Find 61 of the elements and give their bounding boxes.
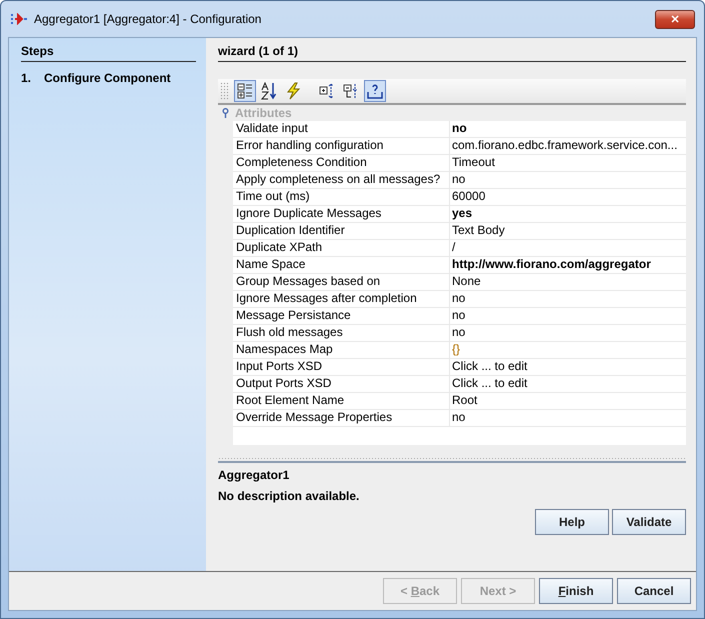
property-name: Duplicate XPath bbox=[233, 240, 450, 256]
property-name: Root Element Name bbox=[233, 393, 450, 409]
property-value[interactable]: Text Body bbox=[450, 223, 686, 239]
property-value[interactable]: Timeout bbox=[450, 155, 686, 171]
property-value[interactable]: no bbox=[450, 291, 686, 307]
property-value[interactable]: Root bbox=[450, 393, 686, 409]
collapse-icon bbox=[343, 83, 359, 99]
property-value[interactable]: / bbox=[450, 240, 686, 256]
splitter-handle[interactable] bbox=[218, 457, 686, 463]
property-value[interactable]: no bbox=[450, 121, 686, 137]
property-value[interactable]: no bbox=[450, 172, 686, 188]
app-icon bbox=[10, 13, 28, 25]
property-value[interactable]: no bbox=[450, 308, 686, 324]
window-title: Aggregator1 [Aggregator:4] - Configuration bbox=[34, 12, 262, 26]
property-value[interactable]: None bbox=[450, 274, 686, 290]
step-number: 1. bbox=[21, 71, 32, 85]
property-value[interactable]: Click ... to edit bbox=[450, 376, 686, 392]
pin-icon bbox=[222, 108, 229, 118]
property-name: Output Ports XSD bbox=[233, 376, 450, 392]
property-name: Completeness Condition bbox=[233, 155, 450, 171]
panel-button[interactable]: Help bbox=[535, 509, 609, 535]
property-value[interactable]: yes bbox=[450, 206, 686, 222]
toolbar-button[interactable] bbox=[364, 80, 386, 102]
property-name: Message Persistance bbox=[233, 308, 450, 324]
property-value[interactable]: 60000 bbox=[450, 189, 686, 205]
lightning-icon bbox=[285, 82, 301, 100]
categorized-icon bbox=[237, 83, 253, 99]
footer-button[interactable]: Finish bbox=[539, 578, 613, 604]
panel-button[interactable]: Validate bbox=[612, 509, 686, 535]
description-text: No description available. bbox=[218, 489, 360, 503]
expand-icon bbox=[319, 83, 335, 99]
footer-button[interactable]: Cancel bbox=[617, 578, 691, 604]
sort-icon bbox=[261, 82, 277, 100]
property-value[interactable]: no bbox=[450, 410, 686, 426]
property-name: Input Ports XSD bbox=[233, 359, 450, 375]
property-name: Error handling configuration bbox=[233, 138, 450, 154]
property-name: Ignore Messages after completion bbox=[233, 291, 450, 307]
property-name: Flush old messages bbox=[233, 325, 450, 341]
toolbar-button[interactable] bbox=[234, 80, 256, 102]
close-button[interactable]: ✕ bbox=[655, 10, 695, 28]
description-title: Aggregator1 bbox=[218, 468, 290, 482]
property-name: Ignore Duplicate Messages bbox=[233, 206, 450, 222]
property-value[interactable]: Click ... to edit bbox=[450, 359, 686, 375]
property-name: Name Space bbox=[233, 257, 450, 273]
property-value[interactable]: no bbox=[450, 325, 686, 341]
steps-heading: Steps bbox=[21, 44, 196, 62]
help-icon bbox=[367, 83, 383, 99]
toolbar-grip[interactable] bbox=[220, 82, 230, 100]
wizard-heading: wizard (1 of 1) bbox=[218, 44, 686, 62]
property-value[interactable]: http://www.fiorano.com/aggregator bbox=[450, 257, 686, 273]
property-name: Namespaces Map bbox=[233, 342, 450, 358]
property-name: Apply completeness on all messages? bbox=[233, 172, 450, 188]
property-name: Override Message Properties bbox=[233, 410, 450, 426]
step-label[interactable]: Configure Component bbox=[44, 71, 171, 85]
property-value[interactable]: com.fiorano.edbc.framework.service.con... bbox=[450, 138, 686, 154]
property-name: Validate input bbox=[233, 121, 450, 137]
property-name: Group Messages based on bbox=[233, 274, 450, 290]
property-name: Time out (ms) bbox=[233, 189, 450, 205]
property-value[interactable]: {} bbox=[450, 342, 686, 358]
property-name: Duplication Identifier bbox=[233, 223, 450, 239]
category-label: Attributes bbox=[235, 106, 292, 120]
